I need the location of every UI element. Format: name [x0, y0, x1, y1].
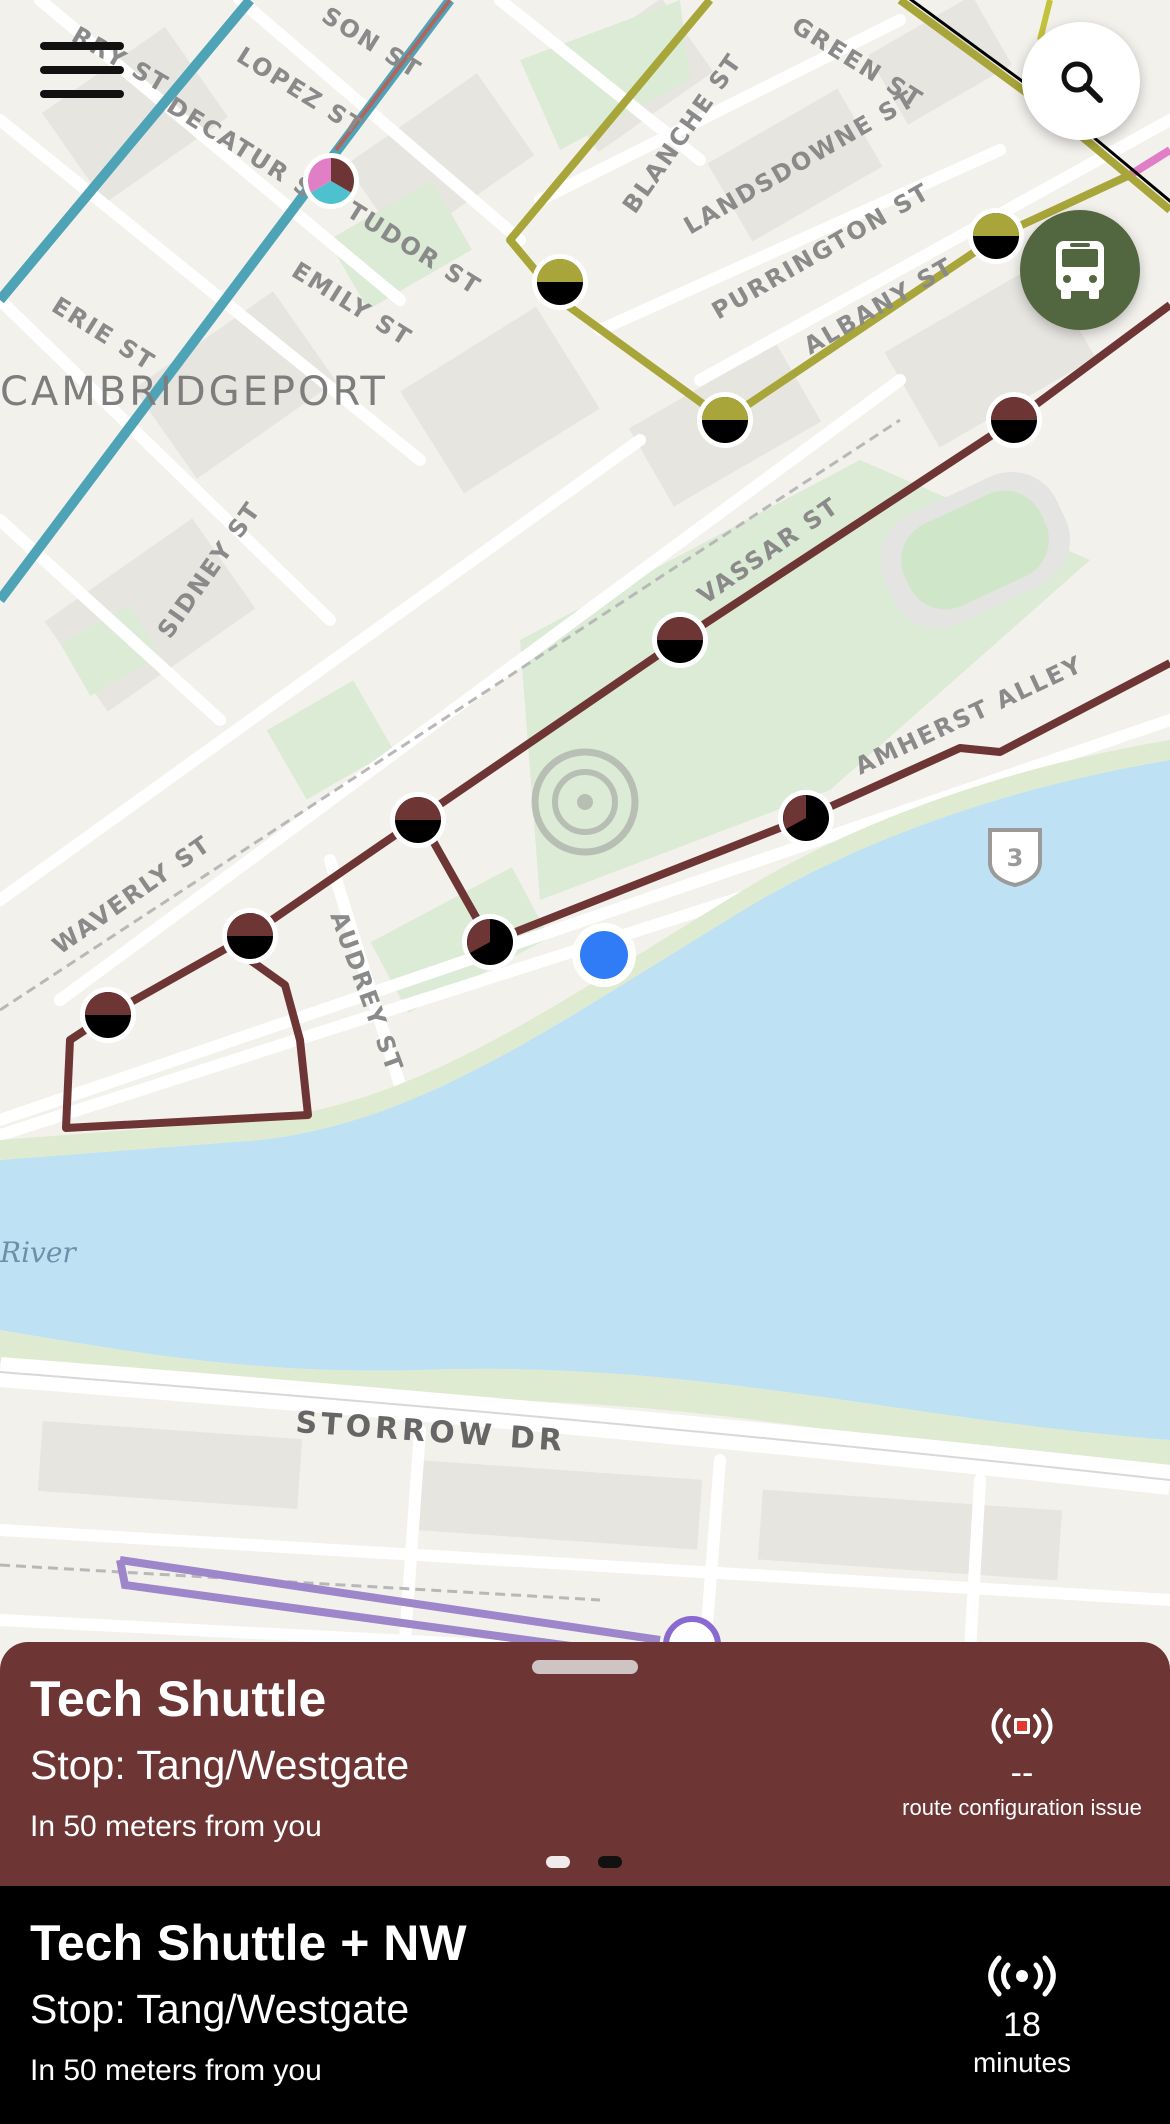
- page-dot-1[interactable]: [546, 1856, 570, 1868]
- eta-box: 18 minutes: [882, 1952, 1162, 2081]
- river-label: River: [0, 1236, 77, 1269]
- route-name: Tech Shuttle + NW: [30, 1915, 467, 1971]
- bus-button[interactable]: [1020, 210, 1140, 330]
- stop-marker[interactable]: [652, 612, 708, 668]
- stop-marker[interactable]: [80, 987, 136, 1043]
- eta-box: -- route configuration issue: [882, 1704, 1162, 1823]
- stop-marker[interactable]: [968, 208, 1024, 264]
- page-dot-2[interactable]: [598, 1856, 622, 1868]
- user-location-dot: [572, 923, 636, 987]
- bus-icon: [1056, 241, 1104, 299]
- highway-shield: 3: [988, 828, 1042, 888]
- route-card-tech-shuttle-nw[interactable]: Tech Shuttle + NW Stop: Tang/Westgate In…: [0, 1886, 1170, 2124]
- eta-value: 18: [1003, 2006, 1041, 2044]
- stop-marker[interactable]: [778, 790, 834, 846]
- magnifier-icon: [1061, 61, 1103, 103]
- broadcast-error-icon: [991, 1708, 1053, 1744]
- search-button[interactable]: [1022, 22, 1140, 140]
- stop-name: Stop: Tang/Westgate: [30, 1742, 410, 1788]
- route-card-tech-shuttle[interactable]: Tech Shuttle Stop: Tang/Westgate In 50 m…: [0, 1642, 1170, 1886]
- stop-marker[interactable]: [532, 254, 588, 310]
- svg-text:3: 3: [1007, 844, 1024, 872]
- eta-value: --: [1010, 1754, 1034, 1792]
- hamburger-menu-icon: [40, 42, 124, 50]
- stop-marker[interactable]: [390, 792, 446, 848]
- eta-note: route configuration issue: [902, 1795, 1142, 1820]
- stop-marker[interactable]: [986, 392, 1042, 448]
- sheet-grabber[interactable]: [532, 1660, 638, 1674]
- transfer-stop-marker[interactable]: [303, 153, 359, 209]
- stop-name: Stop: Tang/Westgate: [30, 1986, 410, 2032]
- eta-unit: minutes: [972, 2047, 1072, 2078]
- stop-distance: In 50 meters from you: [30, 1810, 322, 1843]
- stop-marker[interactable]: [462, 914, 518, 970]
- broadcast-live-icon: [988, 1955, 1056, 1997]
- route-name: Tech Shuttle: [30, 1671, 327, 1727]
- stop-marker[interactable]: [222, 908, 278, 964]
- district-label: CAMBRIDGEPORT: [0, 369, 388, 415]
- stop-marker[interactable]: [697, 392, 753, 448]
- menu-button[interactable]: [32, 36, 132, 106]
- stop-distance: In 50 meters from you: [30, 2054, 322, 2087]
